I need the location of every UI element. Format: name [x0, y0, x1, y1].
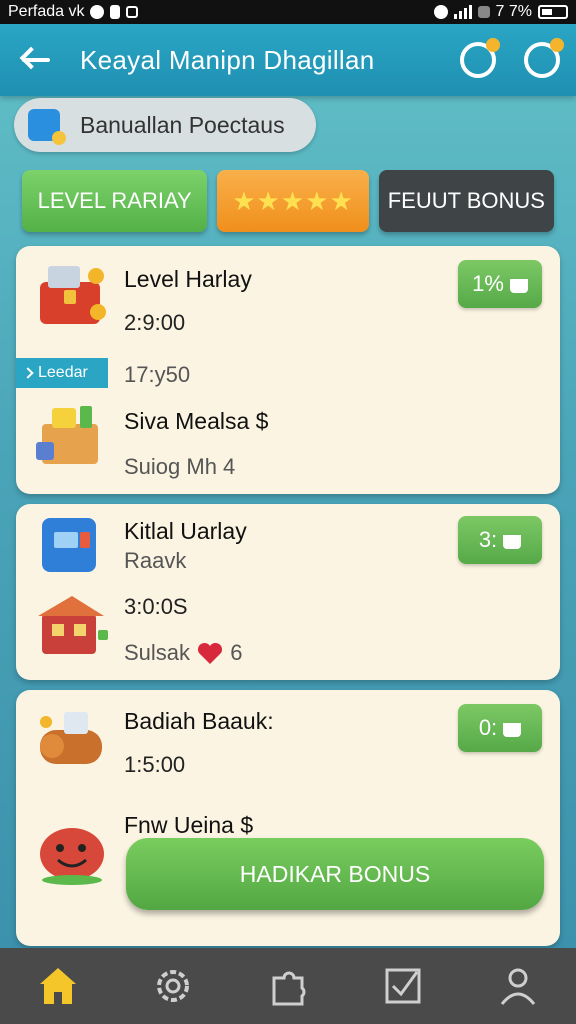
card-subtitle: Raavk	[124, 548, 187, 573]
chat-icon[interactable]	[460, 38, 500, 78]
checklist-icon	[385, 968, 421, 1004]
app-notification-icon	[126, 6, 139, 18]
piggy-bank-icon	[40, 828, 104, 885]
blue-box-icon	[42, 518, 96, 572]
sync-icon	[110, 5, 121, 19]
card-second-title: Fnw Ueina $	[124, 812, 254, 838]
card-sub-time: 17:y50	[124, 362, 191, 387]
signal-icon	[453, 5, 472, 19]
leader-ribbon[interactable]: Leedar	[16, 358, 108, 388]
basket-icon	[503, 723, 522, 737]
alarm-icon	[433, 5, 448, 19]
carrier-label: Perfada vk	[8, 3, 85, 20]
nav-profile[interactable]	[494, 962, 542, 1010]
tab-level[interactable]: LEVEL RARIAY	[22, 170, 208, 232]
gift-box-icon	[36, 406, 98, 464]
status-bar: Perfada vk 7 7%	[0, 0, 576, 24]
treasure-chest-icon	[40, 266, 106, 324]
nav-home[interactable]	[34, 962, 82, 1010]
shop-icon	[38, 596, 108, 654]
basket-icon	[509, 279, 528, 293]
badge-label: 3:	[478, 527, 498, 552]
ribbon-label: Leedar	[38, 364, 88, 381]
gear-icon	[156, 970, 189, 1002]
reward-card[interactable]: Kitlal Uarlay Raavk 3:0:0S Sulsak 6 3:	[16, 504, 560, 680]
back-arrow-icon[interactable]	[16, 40, 56, 80]
heart-icon	[198, 643, 223, 665]
card-badge[interactable]: 3:	[458, 516, 542, 564]
status-left: Perfada vk	[8, 3, 139, 21]
card-second-sub: Suiog Mh 4	[124, 454, 236, 479]
notification-icon	[90, 5, 105, 19]
card-badge[interactable]: 0:	[458, 704, 542, 752]
collect-bonus-button[interactable]: HADIKAR BONUS	[126, 838, 544, 910]
nav-puzzle[interactable]	[264, 962, 312, 1010]
bottom-nav	[0, 948, 576, 1024]
puzzle-icon	[272, 971, 306, 1006]
card-badge[interactable]: 1%	[458, 260, 542, 308]
status-right: 7 7%	[433, 3, 568, 21]
card-second-title: Siva Mealsa $	[124, 408, 269, 434]
tab-bonus[interactable]: FEUUT BONUS	[378, 170, 554, 232]
document-icon	[28, 109, 66, 145]
badge-label: 0:	[478, 715, 498, 740]
cannon-icon	[40, 712, 102, 764]
page-title: Keayal Manipn Dhagillan	[80, 44, 375, 75]
app-header: Keayal Manipn Dhagillan	[0, 24, 576, 96]
card-time: 2:9:00	[124, 310, 186, 335]
profile-icon	[501, 968, 536, 1005]
card-sub-text: Sulsak 6	[124, 640, 243, 666]
category-label: Banuallan Poectaus	[80, 111, 285, 138]
card-title: Badiah Baauk:	[124, 708, 274, 734]
tab-bar: LEVEL RARIAY ★★★★★ FEUUT BONUS	[22, 170, 554, 232]
timer-icon[interactable]	[524, 38, 564, 78]
category-chip[interactable]: Banuallan Poectaus	[14, 98, 316, 152]
badge-label: 1%	[472, 271, 504, 296]
card-sub-count: 6	[230, 640, 243, 665]
tab-stars[interactable]: ★★★★★	[217, 170, 369, 232]
basket-icon	[503, 535, 522, 549]
battery-icon	[538, 5, 568, 19]
home-icon	[39, 968, 76, 1004]
sim-icon	[477, 6, 490, 18]
card-time: 3:0:0S	[124, 594, 188, 619]
nav-settings[interactable]	[149, 962, 197, 1010]
nav-tasks[interactable]	[379, 962, 427, 1010]
card-title: Level Harlay	[124, 266, 252, 292]
card-title: Kitlal Uarlay	[124, 518, 247, 544]
card-sub-label: Sulsak	[124, 640, 191, 665]
battery-label: 7 7%	[495, 3, 532, 20]
card-time: 1:5:00	[124, 752, 186, 777]
chevron-right-icon	[22, 367, 34, 379]
